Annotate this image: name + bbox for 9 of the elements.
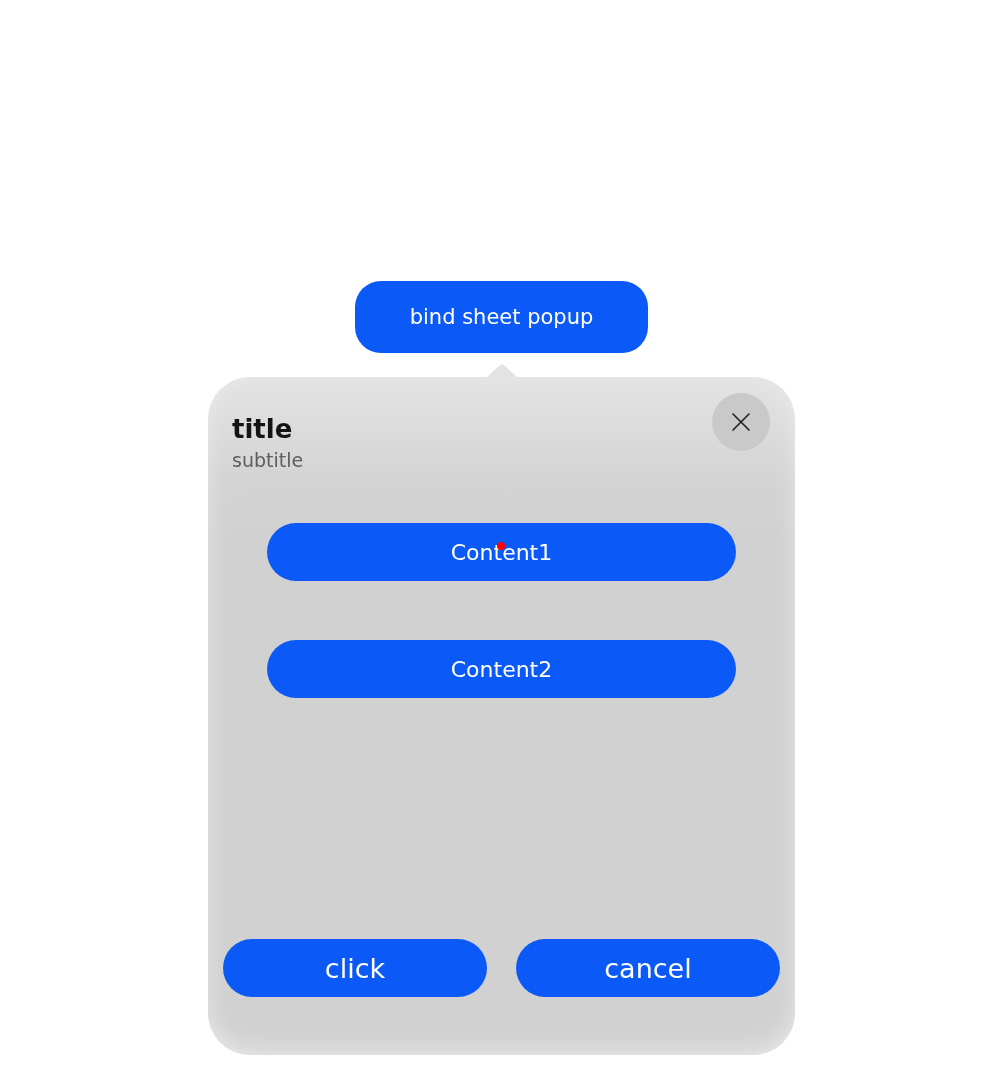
- sheet-subtitle: subtitle: [232, 448, 304, 473]
- content-button[interactable]: Content1: [267, 523, 736, 581]
- close-icon: [732, 413, 750, 431]
- bind-sheet-button[interactable]: bind sheet popup: [355, 281, 648, 353]
- sheet-title: title: [232, 413, 294, 445]
- footer-button[interactable]: cancel: [516, 939, 780, 997]
- content-button[interactable]: Content2: [267, 640, 736, 698]
- footer-button[interactable]: click: [223, 939, 487, 997]
- popup-pointer-icon: [486, 364, 517, 377]
